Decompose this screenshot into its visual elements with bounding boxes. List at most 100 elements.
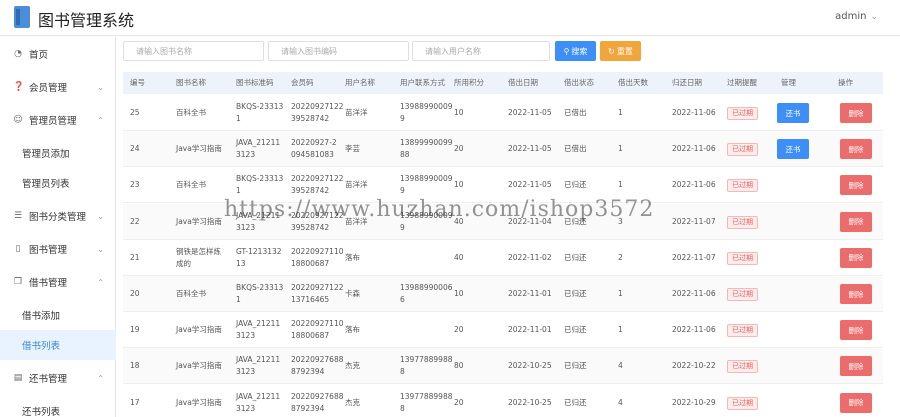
cell-phone: 13988990009 9 — [400, 173, 453, 197]
cell-user: 苗洋洋 — [345, 108, 368, 117]
cell-status: 已借出 — [564, 108, 587, 117]
table-row: 25 百科全书 BKQS-23313 1 20220927122 39528742 苗洋洋 1… — [123, 95, 883, 131]
table-row: 17 Java学习指南 JAVA_21211 3123 20220927688 87923… — [123, 385, 883, 417]
column-header: 借出状态 — [564, 78, 594, 87]
sidebar-item[interactable]: ▤ 还书管理 ⌃ — [0, 363, 116, 393]
cell-line: JAVA_21211 — [236, 138, 281, 148]
return-book-button[interactable]: 还书 — [777, 103, 809, 123]
delete-button[interactable]: 删除 — [840, 284, 872, 304]
cell-book: Java学习指南 — [176, 325, 222, 335]
column-header: 借出天数 — [618, 78, 648, 87]
cell-return_date: 2022-11-07 — [672, 216, 716, 226]
delete-button[interactable]: 删除 — [840, 103, 872, 123]
chevron-down-icon: ⌄ — [97, 211, 104, 221]
cell-id: 21 — [130, 252, 140, 262]
delete-button[interactable]: 删除 — [840, 320, 872, 341]
cell-points: 20 — [454, 325, 464, 335]
cell-days: 2 — [618, 252, 623, 262]
cell-code: BKQS-23313 1 — [236, 282, 283, 306]
cell-line: 3123 — [236, 331, 256, 341]
table-row: 20 百科全书 BKQS-23313 1 20220927122 13716465 卡森 13… — [123, 276, 883, 312]
cell-code: BKQS-23313 1 — [236, 101, 283, 125]
delete-button[interactable]: 删除 — [840, 175, 872, 196]
cell-line: 8 — [400, 403, 405, 413]
cell-line: 6 — [400, 295, 405, 304]
sidebar-item[interactable]: ▯ 图书管理 ⌄ — [0, 234, 116, 264]
cell-line: 20220927-2 — [291, 138, 337, 148]
cell-book: 钢铁是怎样炼 成的 — [176, 246, 221, 270]
cell-line: BKQS-23313 — [236, 174, 284, 184]
cell-days: 1 — [618, 325, 623, 335]
cell-points: 20 — [454, 144, 464, 154]
return-book-button[interactable]: 还书 — [777, 139, 809, 160]
cell-line: 9 — [400, 222, 405, 232]
cell-line: 20220927122 — [291, 102, 344, 111]
cell-date: 2022-11-05 — [508, 108, 552, 117]
cell-line: 13988990009 — [400, 102, 453, 111]
cell-member: 20220927122 39528742 — [291, 173, 344, 197]
delete-button[interactable]: 删除 — [840, 392, 872, 413]
cell-phone: 13988990006 6 — [400, 282, 453, 306]
cell-code: GT-1213132 13 — [236, 246, 282, 270]
cell-line: 3123 — [236, 367, 256, 377]
book-logo-icon — [14, 6, 30, 28]
sidebar-item[interactable]: ☺ 管理员管理 ⌃ — [0, 105, 116, 135]
cell-status: 已归还 — [564, 361, 587, 371]
overdue-badge: 已过期 — [727, 324, 758, 338]
cell-member: 20220927688 8792394 — [291, 354, 344, 378]
sidebar-subitem[interactable]: 管理员添加 — [0, 138, 116, 168]
cell-line: BKQS-23313 — [236, 102, 284, 111]
cell-line: JAVA_21211 — [236, 319, 281, 329]
cell-member: 20220927688 8792394 — [291, 391, 344, 415]
cell-line: 18800687 — [291, 331, 330, 341]
reset-button[interactable]: ↻ 重置 — [600, 41, 641, 61]
sidebar-item[interactable]: ❐ 借书管理 ⌃ — [0, 267, 116, 297]
document-icon: ▤ — [13, 373, 23, 383]
cell-points: 40 — [454, 252, 464, 262]
sidebar-subitem[interactable]: 借书列表 — [0, 330, 116, 360]
cell-member: 20220927110 18800687 — [291, 246, 344, 270]
column-header: 所用积分 — [454, 78, 484, 87]
book-code-input[interactable]: 请输入图书编码 — [268, 41, 409, 61]
sidebar-item[interactable]: ◔ 首页 — [0, 39, 116, 69]
user-icon: ☺ — [13, 115, 23, 125]
search-button[interactable]: ⚲ 搜索 — [555, 41, 596, 61]
cell-date: 2022-11-01 — [508, 325, 552, 335]
help-circle-icon: ❓ — [13, 82, 25, 92]
sidebar-item[interactable]: ☰ 图书分类管理 ⌄ — [0, 201, 116, 231]
cell-status: 已归还 — [564, 397, 587, 407]
cell-line: 3123 — [236, 403, 256, 413]
cell-member: 20220927-2 094581083 — [291, 137, 337, 161]
cell-days: 1 — [618, 108, 623, 117]
overdue-badge: 已过期 — [727, 215, 758, 229]
book-name-input[interactable]: 请输入图书名称 — [123, 41, 264, 61]
cell-return_date: 2022-11-06 — [672, 180, 716, 190]
delete-button[interactable]: 删除 — [840, 356, 872, 377]
chevron-down-icon: ⌄ — [97, 244, 104, 254]
sidebar-subitem[interactable]: 还书列表 — [0, 396, 116, 417]
sidebar-item[interactable]: ❓ 会员管理 ⌄ — [0, 72, 116, 102]
book-icon: ▯ — [15, 244, 21, 254]
column-header: 借出日期 — [508, 78, 538, 87]
user-name-input[interactable]: 请输入用户名称 — [412, 41, 550, 61]
cell-id: 22 — [130, 216, 140, 226]
delete-button[interactable]: 删除 — [840, 211, 872, 232]
sidebar-subitem[interactable]: 借书添加 — [0, 300, 116, 330]
cell-date: 2022-11-05 — [508, 144, 552, 154]
cell-line: BKQS-23313 — [236, 283, 284, 292]
sidebar-item-label: 图书分类管理 — [29, 212, 87, 223]
cell-line: 20220927122 — [291, 174, 344, 184]
cell-date: 2022-10-25 — [508, 397, 552, 407]
user-menu[interactable]: admin ⌄ — [835, 11, 878, 22]
chevron-down-icon: ⌄ — [97, 82, 104, 92]
cell-line: 1 — [236, 186, 241, 196]
cell-book: 百科全书 — [176, 108, 206, 117]
delete-button[interactable]: 删除 — [840, 139, 872, 160]
cell-book: 百科全书 — [176, 289, 206, 298]
sidebar-subitem[interactable]: 管理员列表 — [0, 168, 116, 198]
cell-date: 2022-11-02 — [508, 252, 552, 262]
delete-button[interactable]: 删除 — [840, 247, 872, 268]
cell-days: 4 — [618, 397, 623, 407]
cell-user: 落布 — [345, 325, 360, 335]
cell-line: 20220927110 — [291, 319, 344, 329]
